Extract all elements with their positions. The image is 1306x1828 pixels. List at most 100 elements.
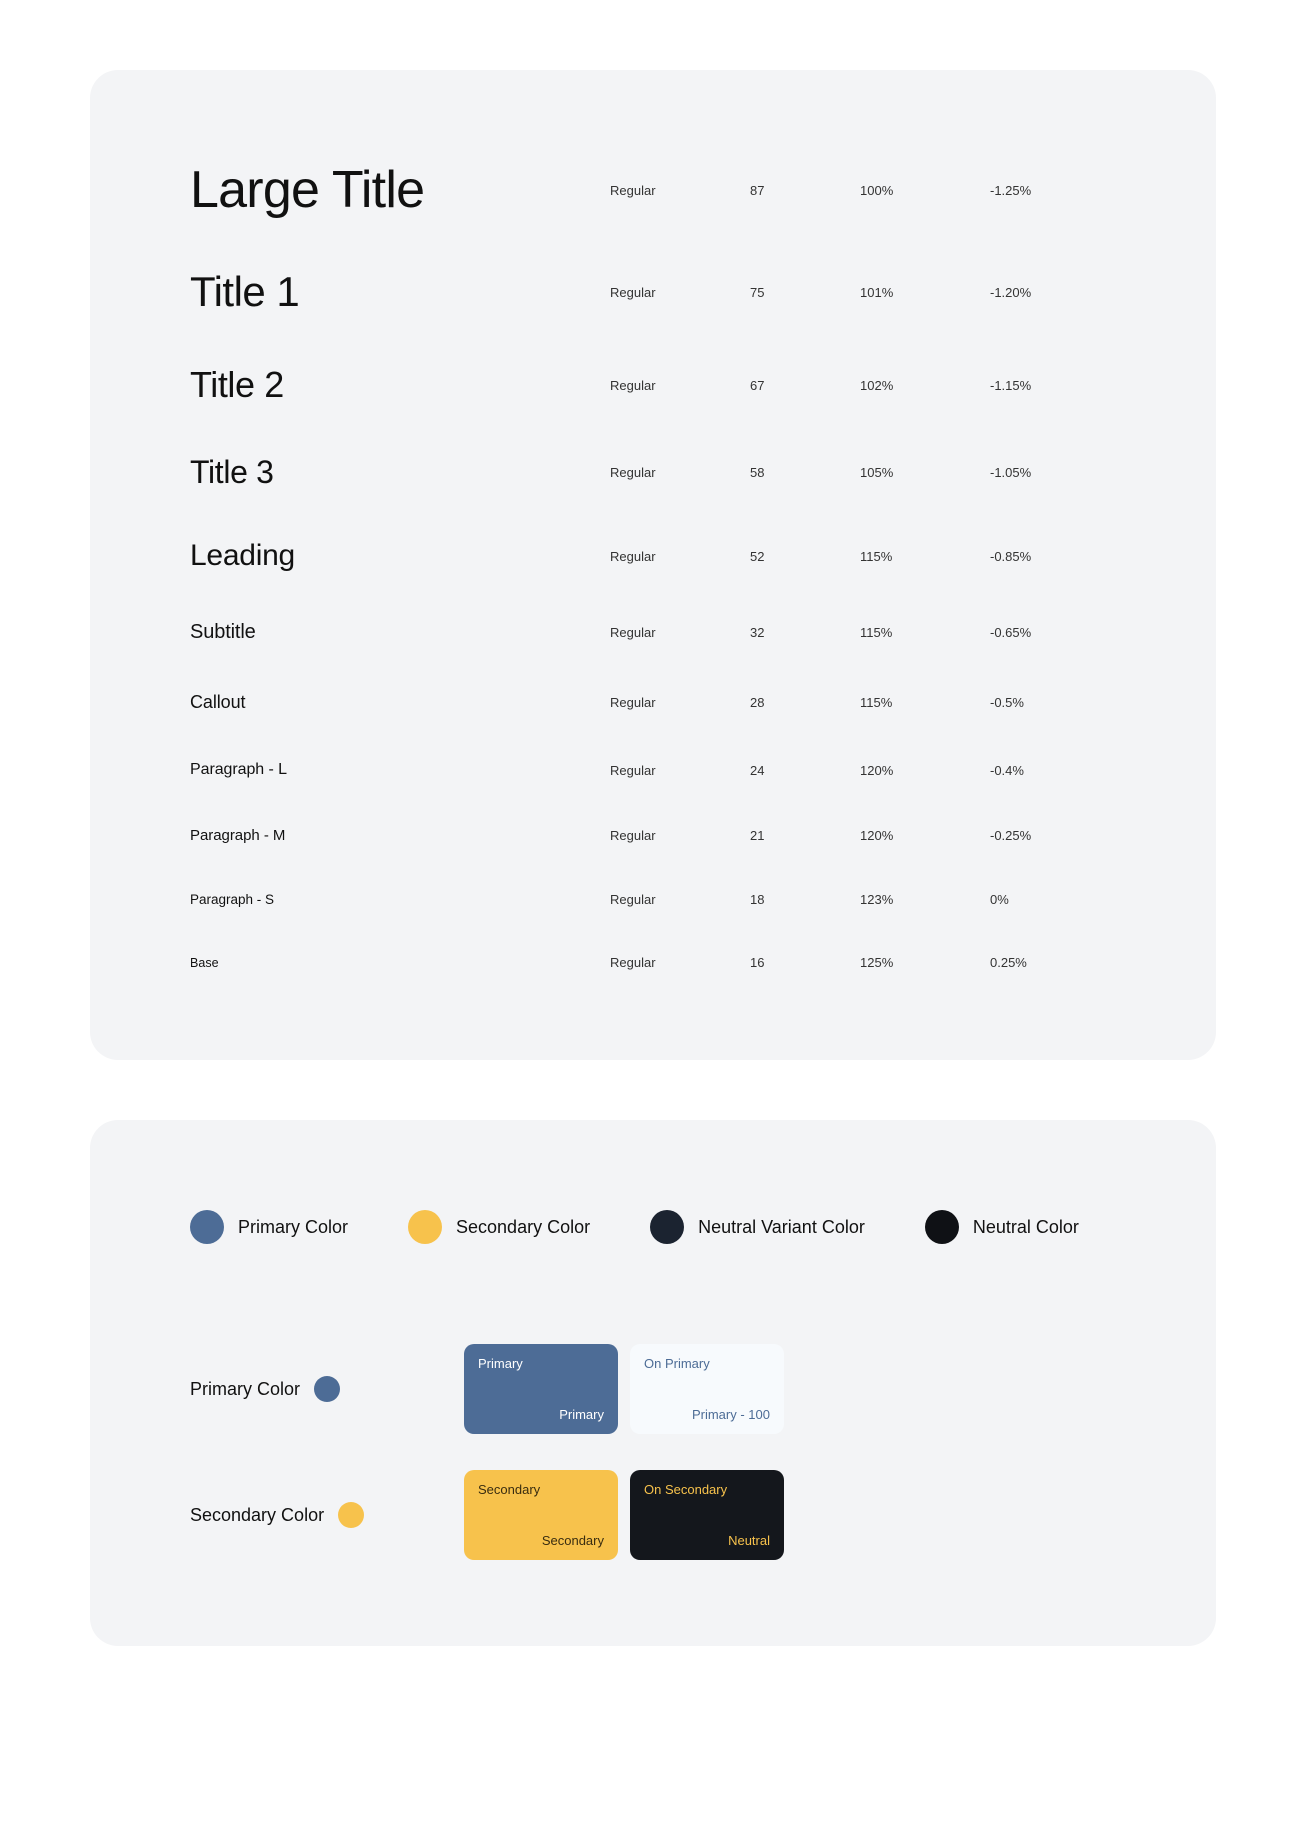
color-swatch-icon <box>190 1210 224 1244</box>
type-row: Paragraph - LRegular24120%-0.4% <box>190 761 1116 779</box>
type-spec-line: 102% <box>860 378 990 393</box>
legend-item: Secondary Color <box>408 1210 590 1244</box>
type-spec-size: 32 <box>750 625 860 640</box>
type-spec-weight: Regular <box>610 828 750 843</box>
color-section: Primary ColorPrimaryPrimaryOn PrimaryPri… <box>190 1344 1116 1434</box>
legend-item: Neutral Variant Color <box>650 1210 865 1244</box>
type-spec-tracking: -0.5% <box>990 695 1090 710</box>
colors-panel: Primary Color Secondary Color Neutral Vari… <box>90 1120 1216 1646</box>
type-spec-line: 125% <box>860 955 990 970</box>
type-spec-tracking: -1.05% <box>990 465 1090 480</box>
typography-table: Large TitleRegular87100%-1.25%Title 1Reg… <box>190 160 1116 970</box>
color-chips: Primary Primary On Primary Primary - 100 <box>464 1344 784 1434</box>
typography-panel: Large TitleRegular87100%-1.25%Title 1Reg… <box>90 70 1216 1060</box>
color-swatch-icon <box>338 1502 364 1528</box>
type-style-name: Title 3 <box>190 454 610 491</box>
type-style-name: Base <box>190 956 610 970</box>
type-spec-line: 115% <box>860 549 990 564</box>
type-spec-line: 120% <box>860 763 990 778</box>
type-spec-weight: Regular <box>610 955 750 970</box>
type-row: LeadingRegular52115%-0.85% <box>190 539 1116 573</box>
type-spec-weight: Regular <box>610 892 750 907</box>
legend-label: Secondary Color <box>456 1217 590 1238</box>
type-spec-size: 24 <box>750 763 860 778</box>
color-chip: On Secondary Neutral <box>630 1470 784 1560</box>
type-spec-tracking: -1.20% <box>990 285 1090 300</box>
color-sections: Primary ColorPrimaryPrimaryOn PrimaryPri… <box>190 1344 1116 1560</box>
type-style-name: Large Title <box>190 160 610 220</box>
type-spec-weight: Regular <box>610 285 750 300</box>
color-section-head: Secondary Color <box>190 1502 400 1528</box>
color-section-head: Primary Color <box>190 1376 400 1402</box>
color-section-label: Secondary Color <box>190 1505 324 1526</box>
type-spec-tracking: -0.4% <box>990 763 1090 778</box>
type-row: Paragraph - SRegular18123%0% <box>190 892 1116 907</box>
legend-item: Primary Color <box>190 1210 348 1244</box>
type-spec-line: 115% <box>860 625 990 640</box>
type-spec-line: 115% <box>860 695 990 710</box>
type-spec-weight: Regular <box>610 183 750 198</box>
type-row: Title 3Regular58105%-1.05% <box>190 454 1116 491</box>
type-row: Large TitleRegular87100%-1.25% <box>190 160 1116 220</box>
color-chip: On Primary Primary - 100 <box>630 1344 784 1434</box>
type-spec-size: 58 <box>750 465 860 480</box>
type-row: BaseRegular16125%0.25% <box>190 955 1116 970</box>
type-style-name: Leading <box>190 539 610 573</box>
color-chip-top-label: Primary <box>478 1356 523 1371</box>
color-swatch-icon <box>650 1210 684 1244</box>
color-swatch-icon <box>408 1210 442 1244</box>
type-spec-size: 75 <box>750 285 860 300</box>
type-spec-weight: Regular <box>610 465 750 480</box>
type-spec-size: 16 <box>750 955 860 970</box>
type-spec-weight: Regular <box>610 695 750 710</box>
color-section: Secondary Color Secondary Secondary On Seco… <box>190 1470 1116 1560</box>
color-chip-bottom-label: Primary <box>559 1407 604 1422</box>
color-swatch-icon <box>925 1210 959 1244</box>
type-spec-line: 123% <box>860 892 990 907</box>
type-spec-weight: Regular <box>610 763 750 778</box>
type-style-name: Paragraph - L <box>190 761 610 779</box>
type-row: CalloutRegular28115%-0.5% <box>190 692 1116 713</box>
type-style-name: Title 2 <box>190 364 610 406</box>
color-legend: Primary Color Secondary Color Neutral Vari… <box>190 1210 1116 1244</box>
color-swatch-icon <box>314 1376 340 1402</box>
type-spec-line: 105% <box>860 465 990 480</box>
color-section-label: Primary Color <box>190 1379 300 1400</box>
color-chip-top-label: On Secondary <box>644 1482 727 1497</box>
type-spec-line: 101% <box>860 285 990 300</box>
type-spec-size: 28 <box>750 695 860 710</box>
color-chip-top-label: Secondary <box>478 1482 540 1497</box>
type-spec-line: 100% <box>860 183 990 198</box>
type-spec-tracking: -0.25% <box>990 828 1090 843</box>
type-row: Paragraph - MRegular21120%-0.25% <box>190 827 1116 844</box>
type-spec-size: 21 <box>750 828 860 843</box>
color-chip-bottom-label: Neutral <box>728 1533 770 1548</box>
type-spec-weight: Regular <box>610 378 750 393</box>
color-chips: Secondary Secondary On Secondary Neutral <box>464 1470 784 1560</box>
type-spec-tracking: -1.15% <box>990 378 1090 393</box>
type-row: Title 2Regular67102%-1.15% <box>190 364 1116 406</box>
type-spec-tracking: -0.85% <box>990 549 1090 564</box>
type-spec-weight: Regular <box>610 625 750 640</box>
type-spec-tracking: -1.25% <box>990 183 1090 198</box>
type-row: Title 1Regular75101%-1.20% <box>190 268 1116 316</box>
type-spec-tracking: -0.65% <box>990 625 1090 640</box>
type-style-name: Callout <box>190 692 610 713</box>
type-style-name: Paragraph - M <box>190 827 610 844</box>
type-row: SubtitleRegular32115%-0.65% <box>190 621 1116 644</box>
color-chip-bottom-label: Secondary <box>542 1533 604 1548</box>
type-spec-size: 67 <box>750 378 860 393</box>
type-spec-size: 87 <box>750 183 860 198</box>
type-spec-size: 18 <box>750 892 860 907</box>
type-spec-line: 120% <box>860 828 990 843</box>
color-chip-bottom-label: Primary - 100 <box>692 1407 770 1422</box>
legend-label: Neutral Variant Color <box>698 1217 865 1238</box>
type-spec-tracking: 0% <box>990 892 1090 907</box>
type-spec-tracking: 0.25% <box>990 955 1090 970</box>
legend-item: Neutral Color <box>925 1210 1079 1244</box>
type-style-name: Subtitle <box>190 621 610 644</box>
color-chip-top-label: On Primary <box>644 1356 710 1371</box>
type-style-name: Paragraph - S <box>190 892 610 907</box>
legend-label: Primary Color <box>238 1217 348 1238</box>
type-spec-size: 52 <box>750 549 860 564</box>
